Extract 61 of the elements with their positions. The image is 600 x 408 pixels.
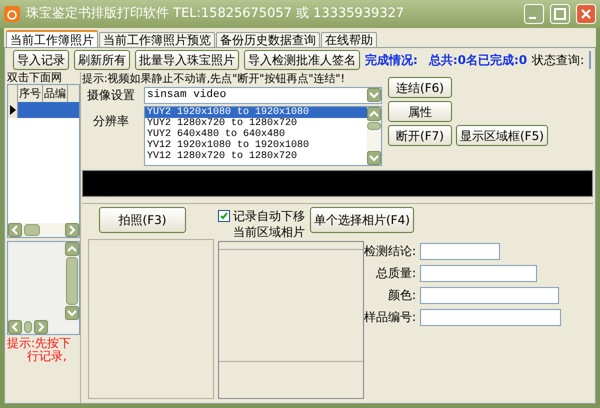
scroll-right-icon[interactable]	[65, 223, 79, 237]
scroll-left-icon[interactable]	[8, 320, 22, 334]
resolution-option[interactable]: YV12 1280x720 to 1280x720	[145, 151, 367, 162]
scroll-up-icon[interactable]	[65, 242, 79, 256]
checkbox-label: 记录自动下移	[233, 208, 305, 225]
status-query-field[interactable]	[589, 51, 592, 69]
scroll-right-icon[interactable]	[34, 320, 48, 334]
connect-button[interactable]: 连结(F6)	[388, 77, 452, 98]
capture-button[interactable]: 拍照(F3)	[99, 207, 186, 233]
app-icon	[4, 6, 20, 22]
scroll-thumb[interactable]	[66, 257, 78, 305]
resolution-label: 分辨率	[92, 113, 130, 130]
input-field[interactable]	[420, 286, 559, 304]
window-title: 珠宝鉴定书排版打印软件 TEL:15825675057 或 13335939327	[26, 5, 406, 24]
properties-button[interactable]: 属性	[388, 101, 452, 122]
disconnect-button[interactable]: 断开(F7)	[388, 125, 452, 146]
scroll-left-icon[interactable]	[8, 223, 22, 237]
scroll-thumb[interactable]	[367, 122, 381, 130]
input-field[interactable]	[420, 308, 561, 326]
toolbar-button[interactable]: 刷新所有	[74, 50, 130, 70]
scroll-down-icon[interactable]	[367, 88, 381, 102]
show-area-button[interactable]: 显示区域框(F5)	[456, 125, 548, 146]
toolbar-button[interactable]: 批量导入珠宝照片	[135, 50, 239, 70]
toolbar-button[interactable]: 导入检测批准人签名	[244, 50, 360, 70]
camera-dropdown[interactable]: sinsam video	[144, 86, 382, 104]
field-label: 检测结论:	[362, 243, 416, 260]
completion-summary: 总共:0名已完成:0	[428, 52, 528, 69]
field-label: 总质量:	[374, 265, 416, 282]
maximize-icon[interactable]	[550, 4, 570, 24]
checkbox[interactable]	[218, 210, 230, 222]
toolbar-button[interactable]: 导入记录	[13, 50, 69, 70]
resolution-option[interactable]: YUY2 640x480 to 640x480	[145, 129, 367, 140]
tab[interactable]: 在线帮助	[321, 32, 377, 47]
row-pointer-icon	[10, 105, 16, 115]
resolution-option[interactable]: YUY2 1280x720 to 1280x720	[145, 118, 367, 129]
close-icon[interactable]	[576, 4, 596, 24]
check-icon	[220, 212, 228, 220]
field-label: 样品编号:	[362, 309, 416, 326]
tab[interactable]: 当前工作簿照片	[6, 30, 98, 47]
resolution-option[interactable]: YV12 1920x1080 to 1920x1080	[145, 140, 367, 151]
scroll-down-icon[interactable]	[367, 151, 381, 165]
input-field[interactable]	[420, 264, 537, 282]
group-label: 双击下面网	[7, 72, 63, 84]
field-label: 颜色:	[386, 287, 416, 304]
camera-label: 摄像设置	[86, 87, 136, 104]
minimize-icon[interactable]	[524, 4, 544, 24]
scroll-down-icon[interactable]	[65, 306, 79, 320]
video-hint: 提示:视频如果静止不动请,先点"断开"按钮再点"连结"!	[82, 72, 346, 85]
input-field[interactable]	[420, 242, 500, 260]
scroll-thumb[interactable]	[24, 321, 32, 333]
tab[interactable]: 当前工作簿照片预览	[99, 32, 215, 47]
scroll-up-icon[interactable]	[367, 107, 381, 121]
current-area-label: 当前区域相片	[232, 225, 306, 239]
scroll-thumb[interactable]	[24, 224, 40, 236]
status-query-label: 状态查询:	[532, 52, 584, 69]
hint-text: 行记录,	[26, 350, 68, 363]
completion-label: 完成情况:	[365, 52, 418, 69]
resolution-option[interactable]: YUY2 1920x1080 to 1920x1080	[145, 107, 367, 118]
select-photo-button[interactable]: 单个选择相片(F4)	[310, 207, 414, 233]
tab[interactable]: 备份历史数据查询	[216, 32, 320, 47]
hint-text: 提示:先按下	[7, 337, 72, 350]
